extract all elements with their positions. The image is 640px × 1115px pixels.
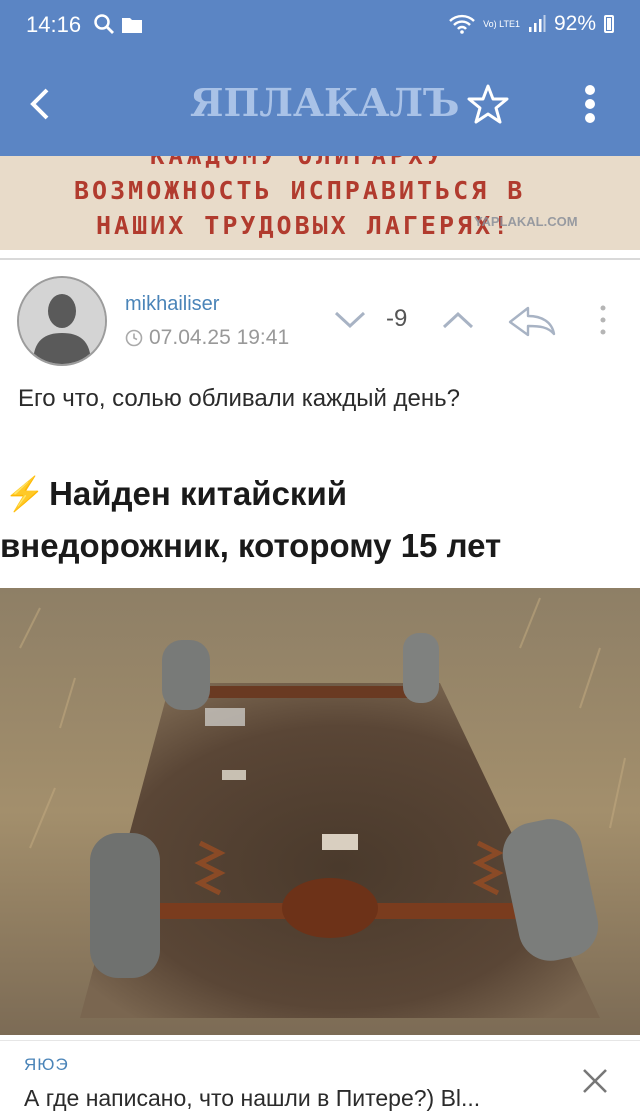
signal-icon <box>528 15 546 32</box>
battery-percent: 92% <box>553 12 596 35</box>
banner-line-1: ВОЗМОЖНОСТЬ ИСПРАВИТЬСЯ В <box>74 176 526 205</box>
search-icon <box>94 14 114 34</box>
rusted-car-chassis-photo[interactable] <box>0 588 640 1035</box>
network-label: Vo) LTE1 <box>483 18 520 29</box>
divider <box>0 258 640 260</box>
reply-preview-author: ЯЮЭ <box>24 1055 69 1074</box>
comment-author[interactable]: mikhailiser <box>125 293 219 316</box>
chevron-down-icon <box>334 311 366 329</box>
previous-post-image: КАЖДОМУ ОЛИГАРХУ ВОЗМОЖНОСТЬ ИСПРАВИТЬСЯ… <box>0 156 640 250</box>
overflow-menu-button[interactable] <box>572 82 608 126</box>
reply-preview-text: А где написано, что нашли в Питере?) Вl.… <box>24 1085 481 1111</box>
reply-button[interactable] <box>506 302 558 342</box>
status-bar: 14:16 Vo) LTE1 92% <box>0 0 640 52</box>
comment-score: -9 <box>386 305 408 332</box>
vote-down-button[interactable] <box>330 300 370 340</box>
vote-up-button[interactable] <box>438 300 478 340</box>
chevron-up-icon <box>442 311 474 329</box>
gallery-icon <box>122 18 142 33</box>
more-vertical-icon <box>600 305 606 335</box>
back-arrow-icon <box>30 88 49 120</box>
close-reply-preview-button[interactable] <box>578 1064 612 1098</box>
banner-watermark: YAPLAKAL.COM <box>474 214 578 229</box>
wifi-icon <box>449 14 475 34</box>
comment-more-button[interactable] <box>588 300 618 340</box>
banner-line-2: НАШИХ ТРУДОВЫХ ЛАГЕРЯХ! <box>96 211 512 240</box>
lightning-icon: ⚡ <box>4 475 46 512</box>
favorite-button[interactable] <box>466 82 510 126</box>
back-button[interactable] <box>18 82 62 126</box>
star-icon <box>467 84 509 124</box>
reply-arrow-icon <box>508 306 556 337</box>
status-time: 14:16 <box>26 12 82 37</box>
reply-preview[interactable]: ЯЮЭ А где написано, что нашли в Питере?)… <box>0 1040 640 1115</box>
battery-icon <box>604 15 614 33</box>
comment-date: 07.04.25 19:41 <box>125 326 289 350</box>
comment-date-text: 07.04.25 19:41 <box>149 326 290 349</box>
more-vertical-icon <box>585 85 595 123</box>
app-header: 14:16 Vo) LTE1 92% ЯПЛАКАЛЪ <box>0 0 640 156</box>
comment-text: Его что, солью обливали каждый день? <box>18 385 460 412</box>
avatar[interactable] <box>17 276 107 366</box>
user-silhouette-icon <box>19 278 105 364</box>
embed-caption-line-2: внедорожник, которому 15 лет <box>0 527 502 564</box>
site-logo[interactable]: ЯПЛАКАЛЪ <box>190 80 459 130</box>
clock-icon <box>125 329 143 347</box>
close-icon <box>583 1069 607 1093</box>
embed-caption-line-1: Найден китайский <box>49 475 348 512</box>
banner-line-partial: КАЖДОМУ ОЛИГАРХУ <box>150 156 446 170</box>
